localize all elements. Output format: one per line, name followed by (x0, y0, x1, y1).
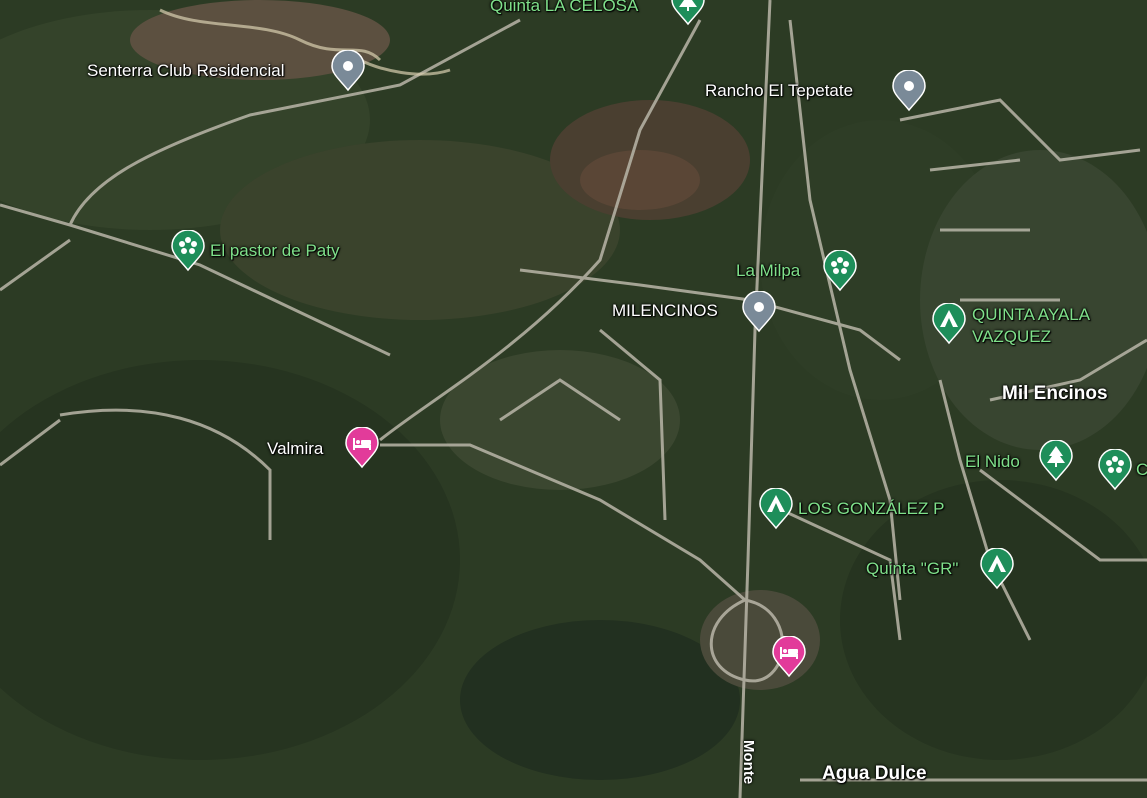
label-la-milpa[interactable]: La Milpa (736, 261, 800, 281)
satellite-terrain (0, 0, 1147, 798)
pin-senterra[interactable] (330, 50, 366, 92)
place-pin-icon (904, 81, 914, 91)
label-milencinos[interactable]: MILENCINOS (612, 301, 718, 321)
label-rancho-tepetate[interactable]: Rancho El Tepetate (705, 81, 853, 101)
label-quinta-gr[interactable]: Quinta "GR" (866, 559, 958, 579)
pin-los-gonzalez[interactable] (758, 488, 794, 530)
pin-la-milpa[interactable] (822, 250, 858, 292)
label-el-nido[interactable]: El Nido (965, 452, 1020, 472)
place-pin-icon (754, 302, 764, 312)
pin-hotel-south[interactable] (771, 636, 807, 678)
pin-el-nido[interactable] (1038, 440, 1074, 482)
pin-valmira[interactable] (344, 427, 380, 469)
label-el-pastor[interactable]: El pastor de Paty (210, 241, 339, 261)
label-quinta-ayala[interactable]: QUINTA AYALA VAZQUEZ (972, 304, 1090, 348)
label-senterra[interactable]: Senterra Club Residencial (87, 61, 285, 81)
place-pin-icon (343, 61, 353, 71)
label-mil-encinos[interactable]: Mil Encinos (1002, 384, 1108, 404)
pin-rancho-tepetate[interactable] (891, 70, 927, 112)
label-agua-dulce[interactable]: Agua Dulce (822, 764, 927, 784)
label-los-gonzalez[interactable]: LOS GONZÁLEZ P (798, 499, 944, 519)
pin-quinta-gr[interactable] (979, 548, 1015, 590)
pin-flower-right[interactable] (1097, 449, 1133, 491)
pin-el-pastor[interactable] (170, 230, 206, 272)
label-flower-right[interactable]: C (1136, 460, 1147, 480)
pin-quinta-la-celosa[interactable] (670, 0, 706, 26)
label-valmira[interactable]: Valmira (267, 439, 323, 459)
pin-milencinos[interactable] (741, 291, 777, 333)
label-quinta-la-celosa[interactable]: Quinta LA CELOSA (490, 0, 638, 16)
pin-quinta-ayala[interactable] (931, 303, 967, 345)
satellite-map[interactable]: Quinta LA CELOSA Senterra Club Residenci… (0, 0, 1147, 798)
road-label-monte: Monte (740, 740, 757, 785)
